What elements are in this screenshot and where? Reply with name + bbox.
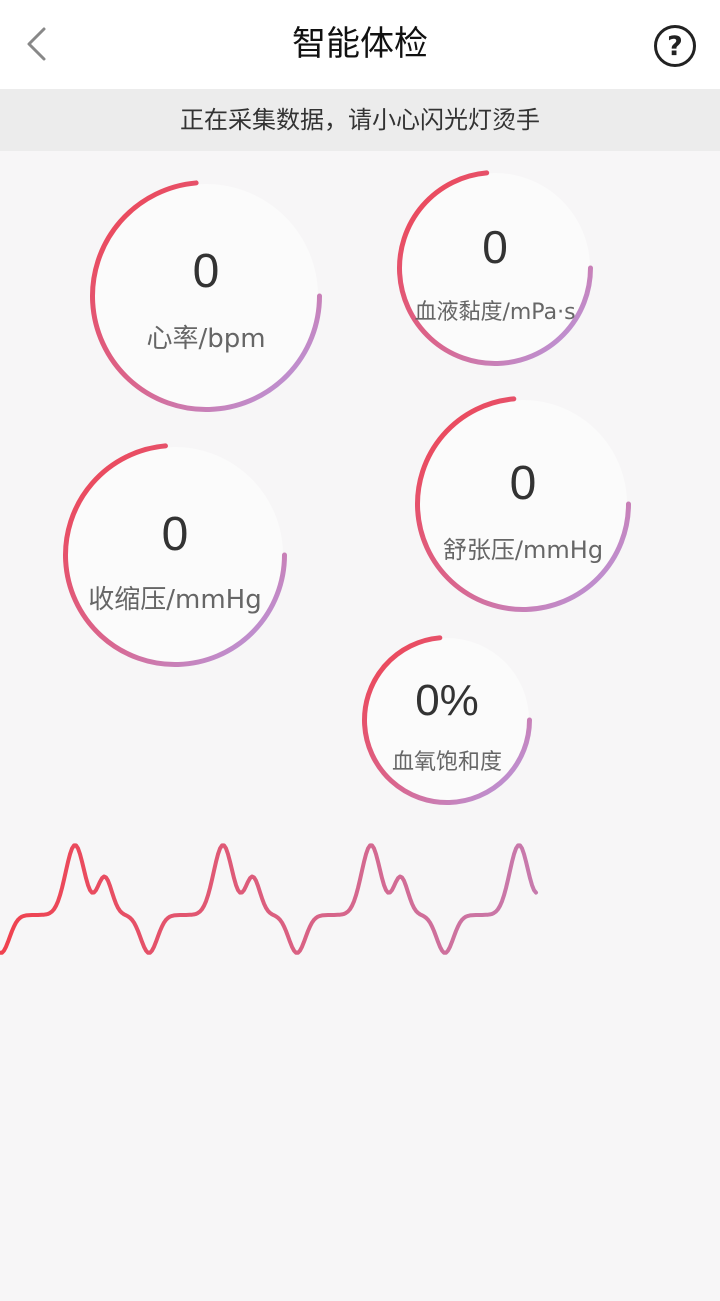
blood-viscosity-value: 0: [482, 221, 508, 273]
blood-oxygen-gauge: 0% 血氧饱和度: [362, 635, 532, 805]
heart-rate-gauge: 0 心率/bpm: [90, 180, 322, 412]
diastolic-pressure-gauge: 0 舒张压/mmHg: [415, 396, 631, 612]
flash-warning-banner: 正在采集数据，请小心闪光灯烫手: [0, 89, 720, 151]
back-button[interactable]: [14, 22, 58, 66]
diastolic-value: 0: [509, 457, 537, 510]
heart-rate-value: 0: [192, 245, 220, 298]
diastolic-label: 舒张压/mmHg: [442, 536, 604, 564]
spo2-label: 血氧饱和度: [391, 750, 502, 775]
systolic-value: 0: [161, 508, 189, 561]
chevron-left-icon: [27, 27, 46, 61]
top-bar: 智能体检 ?: [0, 0, 720, 89]
systolic-pressure-gauge: 0 收缩压/mmHg: [63, 443, 287, 667]
blood-viscosity-label: 血液黏度/mPa·s: [414, 300, 576, 325]
help-icon[interactable]: ?: [654, 25, 696, 67]
blood-viscosity-gauge: 0 血液黏度/mPa·s: [397, 170, 593, 366]
page-title: 智能体检: [292, 24, 428, 64]
spo2-value: 0%: [415, 676, 479, 725]
heart-rate-label: 心率/bpm: [146, 324, 266, 354]
pulse-waveform: [0, 843, 538, 955]
systolic-label: 收缩压/mmHg: [88, 585, 262, 615]
